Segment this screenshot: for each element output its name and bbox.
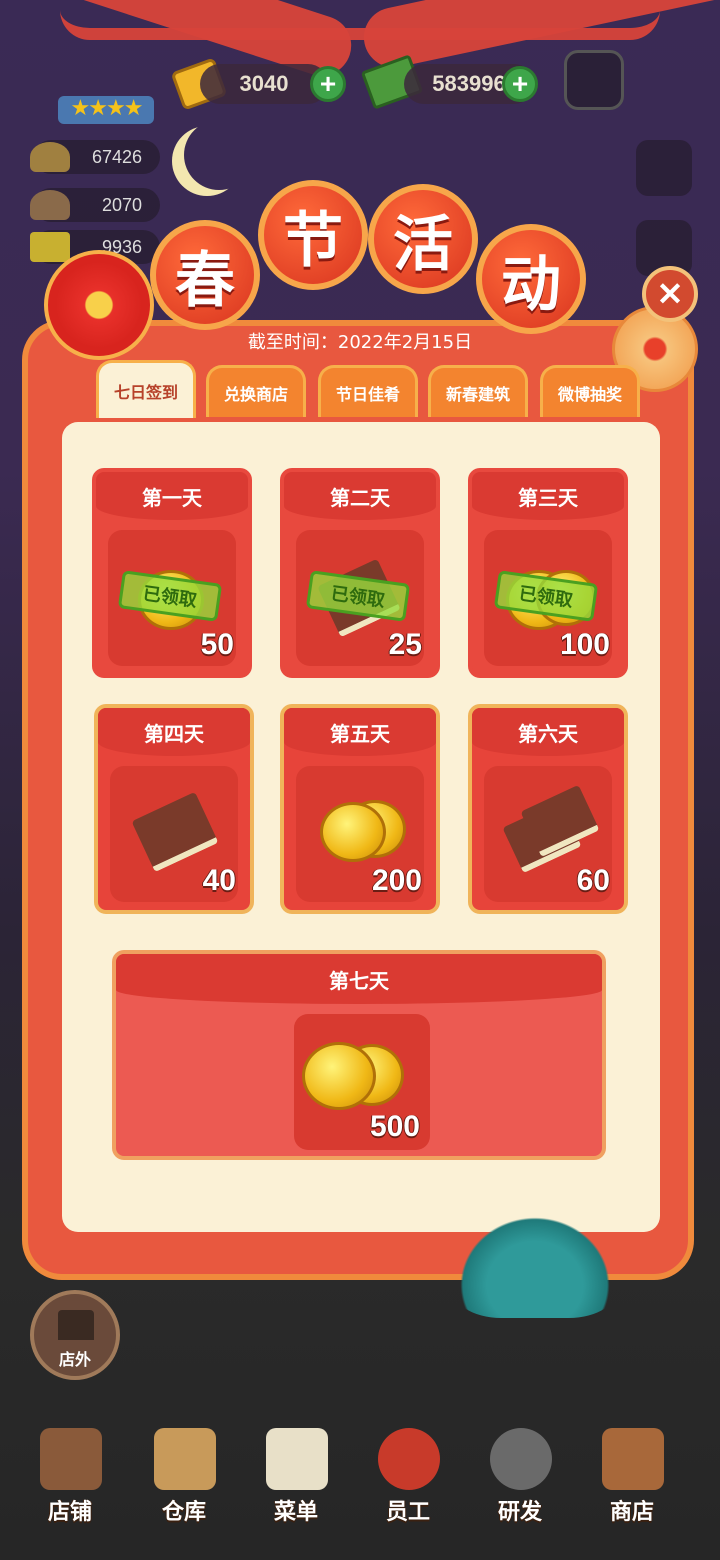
nav-label: 员工 — [385, 1500, 430, 1525]
store-icon — [40, 1428, 102, 1490]
day-label: 第五天 — [284, 708, 436, 756]
nav-shop[interactable]: 商店 — [582, 1420, 682, 1530]
coin-icon — [302, 1042, 376, 1110]
rating-stars: ★★★★ — [58, 96, 154, 124]
reward-quantity: 500 — [369, 1110, 420, 1143]
reward-quantity: 50 — [200, 628, 234, 661]
warehouse-icon — [154, 1428, 216, 1490]
day-card-4[interactable]: 第四天 40 — [94, 704, 254, 914]
nav-label: 研发 — [497, 1500, 542, 1525]
day-card-5[interactable]: 第五天 200 — [280, 704, 440, 914]
day-card-3[interactable]: 第三天 已领取 100 — [468, 468, 628, 678]
title-char-3: 活 — [368, 184, 478, 294]
add-cash-button[interactable]: + — [502, 66, 538, 102]
building-icon — [58, 1310, 94, 1340]
day-label: 第七天 — [116, 954, 602, 1004]
reward-quantity: 100 — [559, 628, 610, 661]
nav-label: 菜单 — [273, 1500, 318, 1525]
day-label: 第一天 — [96, 472, 248, 520]
help-book-icon[interactable] — [636, 140, 692, 196]
tab-exchange-shop[interactable]: 兑换商店 — [206, 365, 306, 417]
food-plate-icon — [30, 142, 70, 172]
title-char-2: 节 — [258, 180, 368, 290]
nav-menu[interactable]: 菜单 — [246, 1420, 346, 1530]
day-label: 第二天 — [284, 472, 436, 520]
coin-icon — [320, 802, 386, 862]
close-icon: ✕ — [656, 276, 684, 312]
top-ribbon-swag — [60, 10, 660, 40]
reward-quantity: 60 — [576, 864, 610, 897]
nav-warehouse[interactable]: 仓库 — [134, 1420, 234, 1530]
add-gems-button[interactable]: + — [310, 66, 346, 102]
book-stat-icon — [30, 232, 70, 262]
close-button[interactable]: ✕ — [642, 266, 698, 322]
day-label: 第三天 — [472, 472, 624, 520]
title-char-4: 动 — [476, 224, 586, 334]
day-card-7[interactable]: 第七天 500 — [112, 950, 606, 1160]
shop-icon — [602, 1428, 664, 1490]
day-label: 第四天 — [98, 708, 250, 756]
menu-icon — [266, 1428, 328, 1490]
research-icon — [490, 1428, 552, 1490]
reward-quantity: 25 — [388, 628, 422, 661]
tab-seven-day-checkin[interactable]: 七日签到 — [96, 360, 196, 418]
title-char-1: 春 — [150, 220, 260, 330]
nav-label: 商店 — [609, 1500, 654, 1525]
nav-label: 仓库 — [161, 1500, 206, 1525]
nav-store[interactable]: 店铺 — [20, 1420, 120, 1530]
event-deadline: 截至时间：2022年2月15日 — [247, 332, 473, 353]
gem-counter: 3040 — [200, 64, 328, 104]
day-card-6[interactable]: 第六天 60 — [468, 704, 628, 914]
tab-spring-buildings[interactable]: 新春建筑 — [428, 365, 528, 417]
book-icon — [131, 791, 219, 873]
cloche-icon — [30, 190, 70, 220]
day-card-2[interactable]: 第二天 已领取 25 — [280, 468, 440, 678]
day-label: 第六天 — [472, 708, 624, 756]
nav-staff[interactable]: 员工 — [358, 1420, 458, 1530]
camera-icon[interactable] — [564, 50, 624, 110]
staff-icon — [378, 1428, 440, 1490]
tab-weibo-lottery[interactable]: 微博抽奖 — [540, 365, 640, 417]
nav-label: 店铺 — [47, 1500, 92, 1525]
reward-quantity: 40 — [202, 864, 236, 897]
outside-button[interactable]: 店外 — [30, 1290, 120, 1380]
pine-decoration — [450, 1208, 620, 1318]
tab-festival-dishes[interactable]: 节日佳肴 — [318, 365, 418, 417]
nav-research[interactable]: 研发 — [470, 1420, 570, 1530]
day-card-1[interactable]: 第一天 已领取 50 — [92, 468, 252, 678]
outside-label: 店外 — [58, 1350, 91, 1369]
reward-quantity: 200 — [371, 864, 422, 897]
event-title: 春 节 活 动 — [150, 180, 590, 334]
